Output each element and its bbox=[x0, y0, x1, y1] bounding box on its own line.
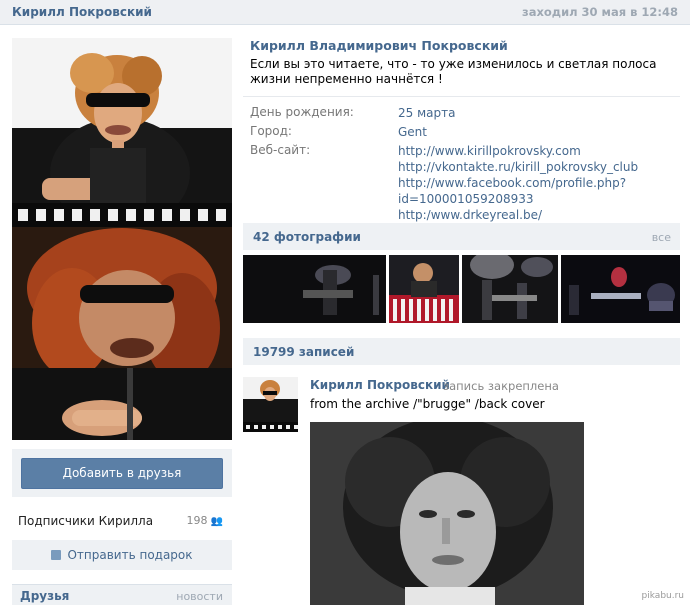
photos-title[interactable]: 42 фотографии bbox=[253, 230, 361, 244]
photo-thumbnail[interactable] bbox=[389, 255, 459, 323]
post-author-name[interactable]: Кирилл Покровский bbox=[310, 378, 450, 392]
subscribers-label: Подписчики Кирилла bbox=[18, 514, 154, 528]
photo-thumbnail[interactable] bbox=[243, 255, 386, 323]
wall-title[interactable]: 19799 записей bbox=[253, 345, 354, 359]
wall-section-header: 19799 записей bbox=[243, 338, 680, 365]
people-icon: 👥 bbox=[210, 516, 223, 527]
add-friend-panel: Добавить в друзья bbox=[12, 449, 232, 497]
post-text: from the archive /"brugge" /back cover bbox=[310, 397, 545, 411]
add-friend-button[interactable]: Добавить в друзья bbox=[21, 458, 223, 489]
website-link-2[interactable]: http://vkontakte.ru/kirill_pokrovsky_clu… bbox=[398, 159, 678, 175]
watermark: pikabu.ru bbox=[641, 591, 684, 601]
photo-thumbnail[interactable] bbox=[462, 255, 558, 323]
subscribers-count: 198 bbox=[186, 514, 208, 527]
post-author-avatar[interactable] bbox=[243, 377, 298, 432]
profile-status: Если вы это читаете, что - то уже измени… bbox=[250, 57, 657, 86]
website-link-1[interactable]: http://www.kirillpokrovsky.com bbox=[398, 143, 678, 159]
last-seen-status: заходил 30 мая в 12:48 bbox=[522, 5, 678, 19]
website-links: http://www.kirillpokrovsky.com http://vk… bbox=[398, 143, 678, 223]
birthday-label: День рождения: bbox=[250, 105, 354, 119]
website-link-3-id[interactable]: id=100001059208933 bbox=[398, 192, 534, 206]
friends-title[interactable]: Друзья bbox=[20, 589, 69, 603]
send-gift-content: Отправить подарок bbox=[12, 548, 232, 562]
website-link-3[interactable]: http://www.facebook.com/profile.php? bbox=[398, 175, 678, 191]
friends-news-link[interactable]: новости bbox=[176, 590, 223, 603]
profile-avatar[interactable] bbox=[12, 38, 232, 440]
subscribers-count-wrap: 198 👥 bbox=[187, 514, 223, 527]
send-gift-label: Отправить подарок bbox=[67, 548, 193, 562]
profile-header-bar: Кирилл Покровский заходил 30 мая в 12:48 bbox=[0, 0, 690, 25]
profile-full-name: Кирилл Владимирович Покровский bbox=[250, 38, 508, 53]
post-image[interactable] bbox=[310, 422, 584, 605]
city-value[interactable]: Gent bbox=[398, 124, 678, 140]
send-gift-button[interactable]: Отправить подарок bbox=[12, 540, 232, 570]
birthday-value[interactable]: 25 марта bbox=[398, 105, 678, 121]
website-label: Веб-сайт: bbox=[250, 143, 311, 157]
info-divider bbox=[243, 96, 680, 97]
gift-icon bbox=[51, 550, 62, 560]
profile-header-name[interactable]: Кирилл Покровский bbox=[12, 5, 152, 19]
photos-strip bbox=[243, 255, 680, 323]
photos-section-header: 42 фотографии все bbox=[243, 223, 680, 250]
photos-all-link[interactable]: все bbox=[652, 231, 671, 244]
photo-thumbnail[interactable] bbox=[561, 255, 680, 323]
website-link-3-cont: id=100001059208933 http:/www.drkeyreal.b… bbox=[398, 191, 678, 223]
friends-section-header: Друзья новости bbox=[12, 584, 232, 605]
website-link-4[interactable]: http:/www.drkeyreal.be/ bbox=[398, 208, 542, 222]
post-pinned-label: запись закреплена bbox=[443, 379, 559, 393]
subscribers-row[interactable]: Подписчики Кирилла 198 👥 bbox=[12, 505, 232, 535]
city-label: Город: bbox=[250, 124, 292, 138]
